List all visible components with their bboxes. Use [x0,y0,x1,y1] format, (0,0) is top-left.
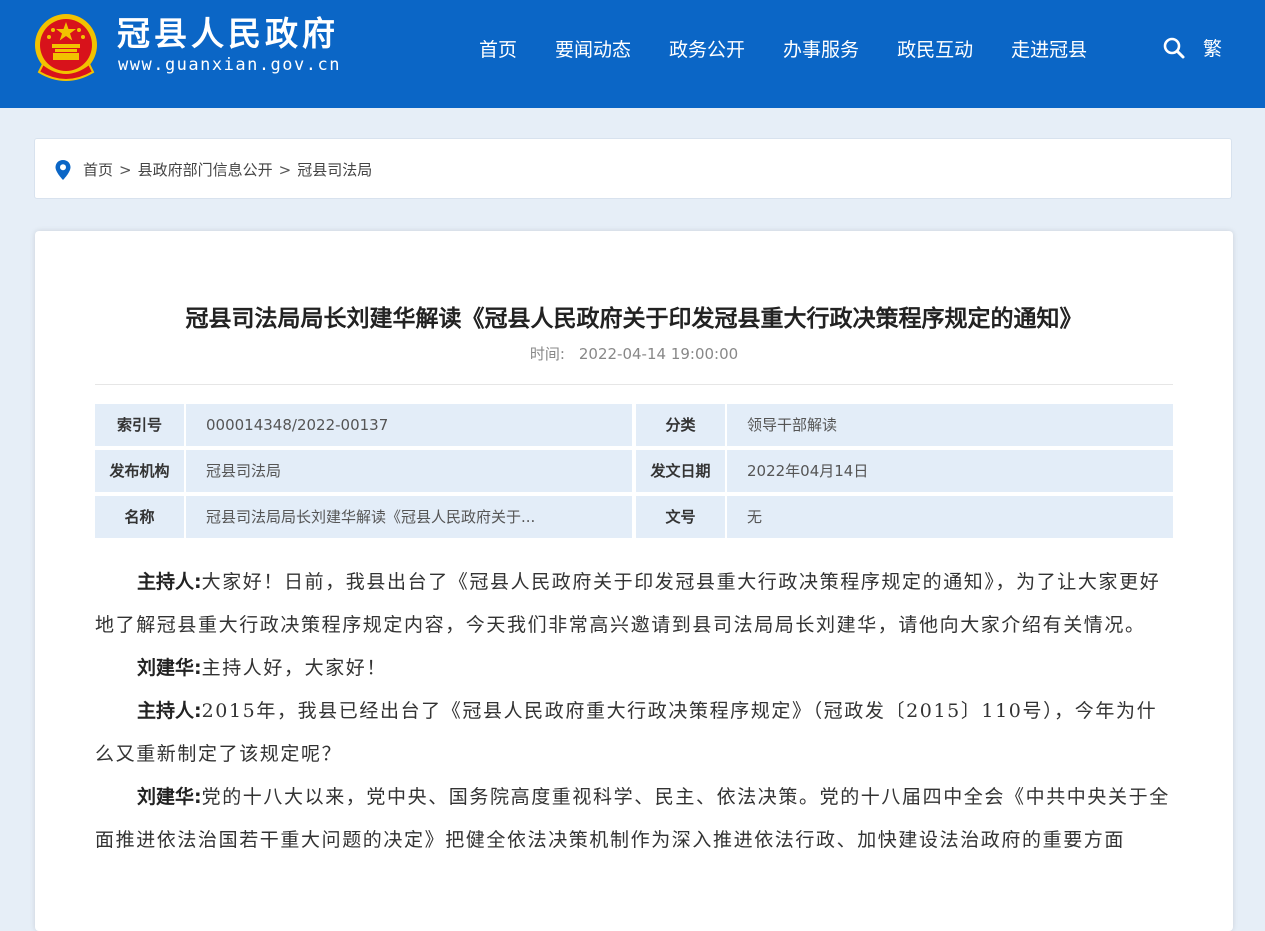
paragraph-text: 主持人好，大家好！ [201,657,388,679]
site-name[interactable]: 冠县人民政府 [117,14,339,54]
breadcrumb: 首页 > 县政府部门信息公开 > 冠县司法局 [34,138,1232,199]
breadcrumb-home[interactable]: 首页 [83,161,113,179]
speaker-label: 刘建华: [137,657,202,679]
nav-gov-affairs[interactable]: 政务公开 [669,36,745,64]
paragraph-text: 大家好！日前，我县出台了《冠县人民政府关于印发冠县重大行政决策程序规定的通知》，… [95,571,1161,636]
breadcrumb-separator: > [119,161,132,179]
meta-row: 索引号 000014348/2022-00137 分类 领导干部解读 [95,404,1173,446]
breadcrumb-dept-disclosure[interactable]: 县政府部门信息公开 [138,161,273,179]
meta-row: 发布机构 冠县司法局 发文日期 2022年04月14日 [95,450,1173,492]
paragraph: 刘建华:主持人好，大家好！ [95,647,1173,690]
nav-interaction[interactable]: 政民互动 [897,36,973,64]
paragraph: 主持人:2015年，我县已经出台了《冠县人民政府重大行政决策程序规定》（冠政发〔… [95,690,1173,776]
speaker-label: 刘建华: [137,786,202,808]
index-no-value: 000014348/2022-00137 [186,404,632,446]
category-label: 分类 [636,404,725,446]
paragraph-text: 2015年，我县已经出台了《冠县人民政府重大行政决策程序规定》（冠政发〔2015… [95,700,1158,765]
name-label: 名称 [95,496,184,538]
site-header: 冠县人民政府 www.guanxian.gov.cn 首页 要闻动态 政务公开 … [0,0,1265,108]
article-meta-table: 索引号 000014348/2022-00137 分类 领导干部解读 发布机构 … [95,404,1173,542]
title-divider [95,384,1173,385]
main-nav: 首页 要闻动态 政务公开 办事服务 政民互动 走进冠县 [460,36,1106,64]
nav-news[interactable]: 要闻动态 [555,36,631,64]
time-label: 时间: [529,345,565,363]
date-label: 发文日期 [636,450,725,492]
paragraph: 刘建华:党的十八大以来，党中央、国务院高度重视科学、民主、依法决策。党的十八届四… [95,776,1173,862]
date-value: 2022年04月14日 [727,450,1173,492]
paragraph: 主持人:大家好！日前，我县出台了《冠县人民政府关于印发冠县重大行政决策程序规定的… [95,561,1173,647]
national-emblem-icon[interactable] [33,12,99,82]
traditional-chinese-toggle[interactable]: 繁 [1203,36,1222,62]
nav-home[interactable]: 首页 [479,36,517,64]
paragraph-text: 党的十八大以来，党中央、国务院高度重视科学、民主、依法决策。党的十八届四中全会《… [95,786,1170,851]
meta-row: 名称 冠县司法局局长刘建华解读《冠县人民政府关于... 文号 无 [95,496,1173,538]
article-time: 时间: 2022-04-14 19:00:00 [35,344,1233,364]
publisher-value: 冠县司法局 [186,450,632,492]
index-no-label: 索引号 [95,404,184,446]
site-url: www.guanxian.gov.cn [118,55,341,75]
article-body: 主持人:大家好！日前，我县出台了《冠县人民政府关于印发冠县重大行政决策程序规定的… [95,561,1173,862]
location-icon [55,160,71,180]
speaker-label: 主持人: [137,700,202,722]
time-value: 2022-04-14 19:00:00 [578,345,739,363]
name-value: 冠县司法局局长刘建华解读《冠县人民政府关于... [186,496,632,538]
category-value: 领导干部解读 [727,404,1173,446]
doc-no-value: 无 [727,496,1173,538]
speaker-label: 主持人: [137,571,202,593]
nav-about[interactable]: 走进冠县 [1011,36,1087,64]
article-title: 冠县司法局局长刘建华解读《冠县人民政府关于印发冠县重大行政决策程序规定的通知》 [185,306,1083,332]
publisher-label: 发布机构 [95,450,184,492]
doc-no-label: 文号 [636,496,725,538]
article-card: 冠县司法局局长刘建华解读《冠县人民政府关于印发冠县重大行政决策程序规定的通知》 … [35,231,1233,931]
breadcrumb-separator: > [278,161,292,179]
nav-services[interactable]: 办事服务 [783,36,859,64]
search-icon[interactable] [1162,36,1186,60]
breadcrumb-justice-bureau[interactable]: 冠县司法局 [297,161,372,179]
